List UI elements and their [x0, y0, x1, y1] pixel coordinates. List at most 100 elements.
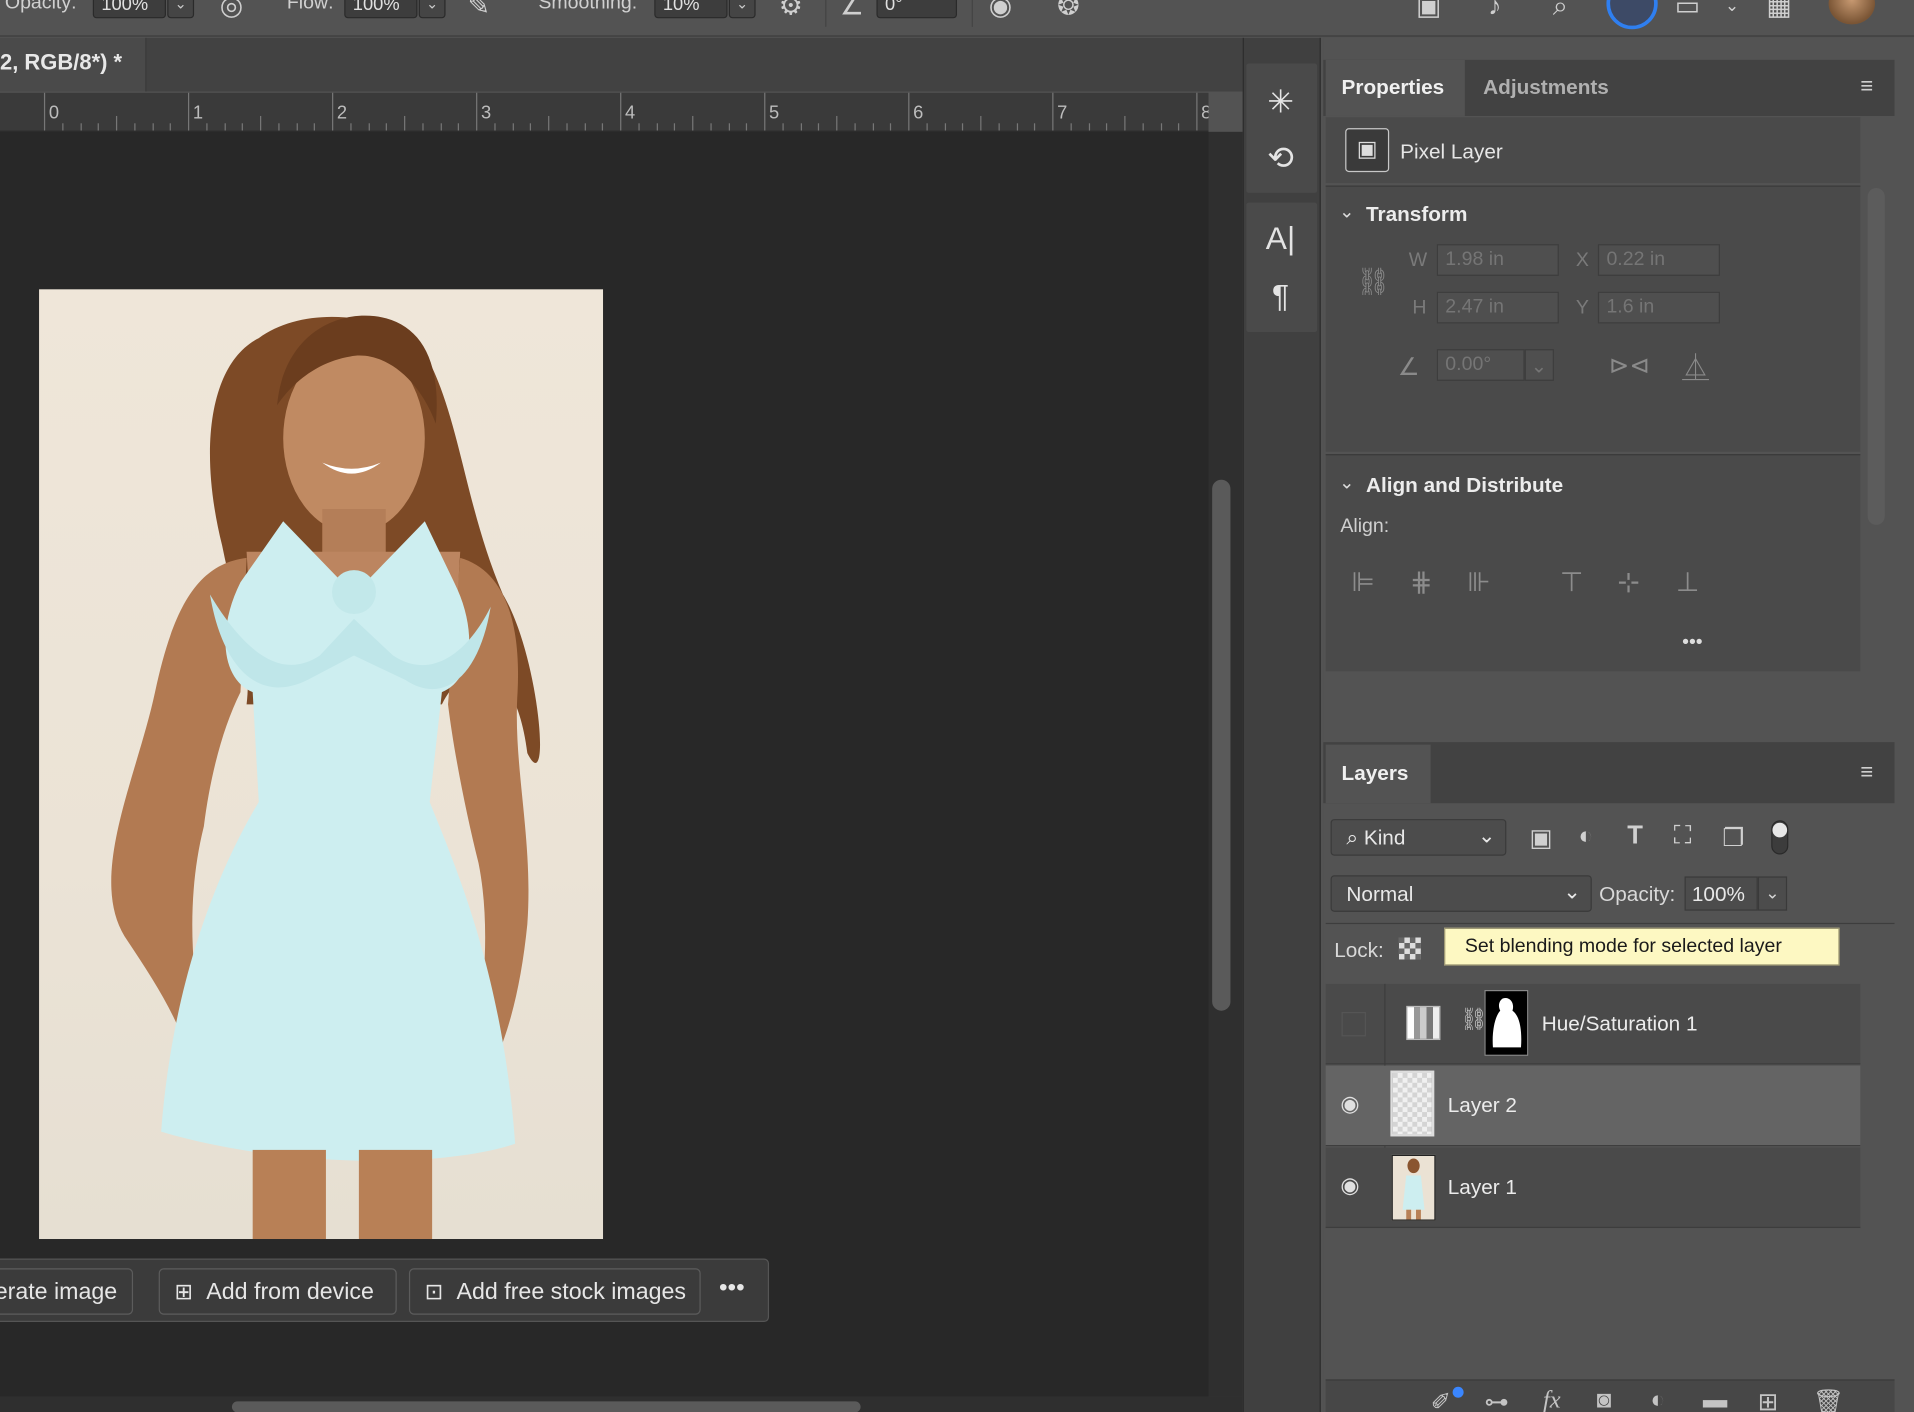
eye-icon[interactable]: ◉ [1340, 1091, 1359, 1117]
airbrush-icon[interactable]: ✎ [468, 0, 491, 22]
flip-horizontal-icon[interactable]: ⊳⊲ [1609, 350, 1650, 381]
align-title[interactable]: Align and Distribute [1366, 474, 1563, 498]
panel-menu-icon[interactable]: ≡ [1860, 73, 1873, 99]
layer-opacity-dropdown[interactable]: ⌄ [1757, 876, 1788, 911]
chevron-down-icon[interactable]: ⌄ [1339, 471, 1354, 493]
ruler-minor-tick [115, 115, 118, 131]
horizontal-scrollbar-thumb[interactable] [231, 1401, 861, 1412]
add-mask-icon[interactable]: ◙ [1597, 1387, 1612, 1412]
chevron-down-icon[interactable]: ⌄ [1725, 0, 1739, 16]
options-bar: Opacity: 100% ⌄ ◎ Flow: 100% ⌄ ✎ Smoothi… [0, 0, 1914, 37]
generate-image-button[interactable]: Generate image [0, 1268, 134, 1315]
opacity-input[interactable]: 100% [92, 0, 167, 19]
share-icon[interactable]: ▣ [1416, 0, 1441, 22]
discover-icon[interactable]: ▦ [1766, 0, 1791, 22]
angle-input[interactable]: 0° [876, 0, 958, 19]
contextual-task-bar: Generate image ⊞ Add from device ⊡ Add fre… [0, 1258, 770, 1323]
ruler-minor-tick [656, 123, 658, 131]
tab-adjustments[interactable]: Adjustments [1467, 60, 1633, 116]
layer-name[interactable]: Layer 2 [1448, 1094, 1517, 1118]
height-input[interactable]: 2.47 in [1436, 291, 1559, 324]
visibility-toggle-off[interactable] [1341, 1011, 1366, 1037]
adjustment-layer-icon[interactable]: ◐ [1650, 1387, 1665, 1412]
layer-1-thumbnail[interactable] [1391, 1154, 1436, 1221]
opacity-dropdown[interactable]: ⌄ [167, 0, 195, 19]
smoothing-input[interactable]: 10% [654, 0, 728, 19]
align-top-icon[interactable]: ⊤ [1560, 566, 1583, 598]
pressure-opacity-icon[interactable]: ◎ [220, 0, 243, 22]
character-icon[interactable]: A| [1260, 220, 1302, 262]
ruler-minor-tick [854, 123, 856, 131]
layer-name[interactable]: Hue/Saturation 1 [1542, 1012, 1698, 1036]
layer-2-thumbnail[interactable] [1390, 1070, 1435, 1137]
width-input[interactable]: 1.98 in [1436, 244, 1559, 276]
layer-name[interactable]: Layer 1 [1448, 1176, 1517, 1200]
align-more-button[interactable]: ••• [1682, 632, 1703, 654]
folder-icon[interactable]: ▬ [1703, 1387, 1727, 1412]
align-right-icon[interactable]: ⊪ [1467, 566, 1490, 598]
angle-input[interactable]: 0.00° [1436, 349, 1525, 381]
lock-transparency-icon[interactable] [1398, 937, 1421, 960]
align-bottom-icon[interactable]: ⊥ [1676, 566, 1699, 598]
vertical-scrollbar-thumb[interactable] [1212, 479, 1231, 1011]
align-center-vertical-icon[interactable]: ⊹ [1617, 566, 1640, 598]
x-input[interactable]: 0.22 in [1597, 244, 1720, 276]
properties-scrollbar-thumb[interactable] [1867, 187, 1885, 525]
layers-menu-icon[interactable]: ≡ [1860, 759, 1873, 785]
ruler-minor-tick [638, 123, 640, 131]
align-center-horizontal-icon[interactable]: ⋕ [1410, 566, 1433, 598]
trash-icon[interactable]: 🗑 [1813, 1387, 1844, 1412]
document-tab[interactable]: 2, RGB/8*) * [0, 37, 147, 92]
ruler-minor-tick [746, 123, 748, 131]
avatar[interactable] [1828, 0, 1875, 25]
bell-icon[interactable]: ♪ [1488, 0, 1501, 22]
filter-shape-icon[interactable]: ⛶ [1674, 822, 1692, 851]
horizontal-ruler[interactable]: 0 1 2 3 4 5 6 7 8 [0, 92, 1209, 132]
flow-dropdown[interactable]: ⌄ [418, 0, 446, 19]
flip-vertical-icon[interactable]: ⏅ [1682, 347, 1709, 386]
search-icon[interactable]: ⌕ [1553, 0, 1568, 22]
photoshop-window: Opacity: 100% ⌄ ◎ Flow: 100% ⌄ ✎ Smoothi… [0, 0, 1914, 1412]
ruler-minor-tick [169, 123, 172, 131]
filter-smart-object-icon[interactable]: ❐ [1722, 823, 1744, 854]
discover-sparkle-icon[interactable]: ✳ [1260, 83, 1302, 125]
document-image[interactable] [39, 289, 604, 1240]
fx-icon[interactable]: fx [1543, 1387, 1561, 1412]
layer-mask-thumbnail[interactable] [1484, 989, 1529, 1056]
symmetry-icon[interactable]: ❂ [1057, 0, 1080, 22]
filter-toggle[interactable] [1771, 820, 1789, 855]
ruler-minor-tick [260, 115, 262, 131]
filter-kind-dropdown[interactable]: ⌕ Kind ⌄ [1330, 819, 1507, 856]
eye-icon[interactable]: ◉ [1340, 1173, 1359, 1199]
add-from-device-button[interactable]: ⊞ Add from device [158, 1268, 397, 1315]
filter-adjustment-icon[interactable]: ◐ [1578, 823, 1593, 851]
new-layer-icon[interactable]: ⊞ [1758, 1387, 1778, 1412]
transform-title[interactable]: Transform [1366, 203, 1467, 227]
y-input[interactable]: 1.6 in [1597, 291, 1720, 324]
account-ring-icon[interactable] [1606, 0, 1658, 30]
history-icon[interactable]: ⟲ [1260, 139, 1302, 181]
canvas-area[interactable] [0, 131, 1209, 1397]
chevron-down-icon[interactable]: ⌄ [1339, 200, 1354, 222]
blend-mode-dropdown[interactable]: Normal ⌄ [1330, 875, 1592, 912]
more-options-button[interactable]: ••• [719, 1274, 745, 1302]
flow-input[interactable]: 100% [344, 0, 418, 19]
layer-type-label: Pixel Layer [1400, 140, 1503, 164]
workspace-icon[interactable]: ▭ [1675, 0, 1700, 22]
paragraph-icon[interactable]: ¶ [1260, 277, 1302, 319]
pressure-size-icon[interactable]: ◉ [989, 0, 1012, 22]
ruler-minor-tick [728, 123, 730, 131]
align-left-icon[interactable]: ⊫ [1351, 566, 1374, 598]
gear-icon[interactable]: ⚙ [779, 0, 803, 22]
add-stock-images-button[interactable]: ⊡ Add free stock images [408, 1268, 701, 1315]
filter-type-icon[interactable]: T [1627, 822, 1643, 851]
tab-properties[interactable]: Properties [1325, 59, 1465, 116]
tab-layers[interactable]: Layers [1325, 744, 1431, 804]
generative-layer-icon[interactable]: ✐ [1431, 1387, 1451, 1412]
angle-dropdown[interactable]: ⌄ [1524, 349, 1554, 381]
link-icon[interactable]: ⛓ [1356, 266, 1390, 298]
layer-opacity-input[interactable]: 100% [1684, 876, 1758, 911]
link-layers-icon[interactable]: ⊶ [1484, 1387, 1508, 1412]
smoothing-dropdown[interactable]: ⌄ [728, 0, 756, 19]
filter-pixel-icon[interactable]: ▣ [1530, 823, 1553, 854]
